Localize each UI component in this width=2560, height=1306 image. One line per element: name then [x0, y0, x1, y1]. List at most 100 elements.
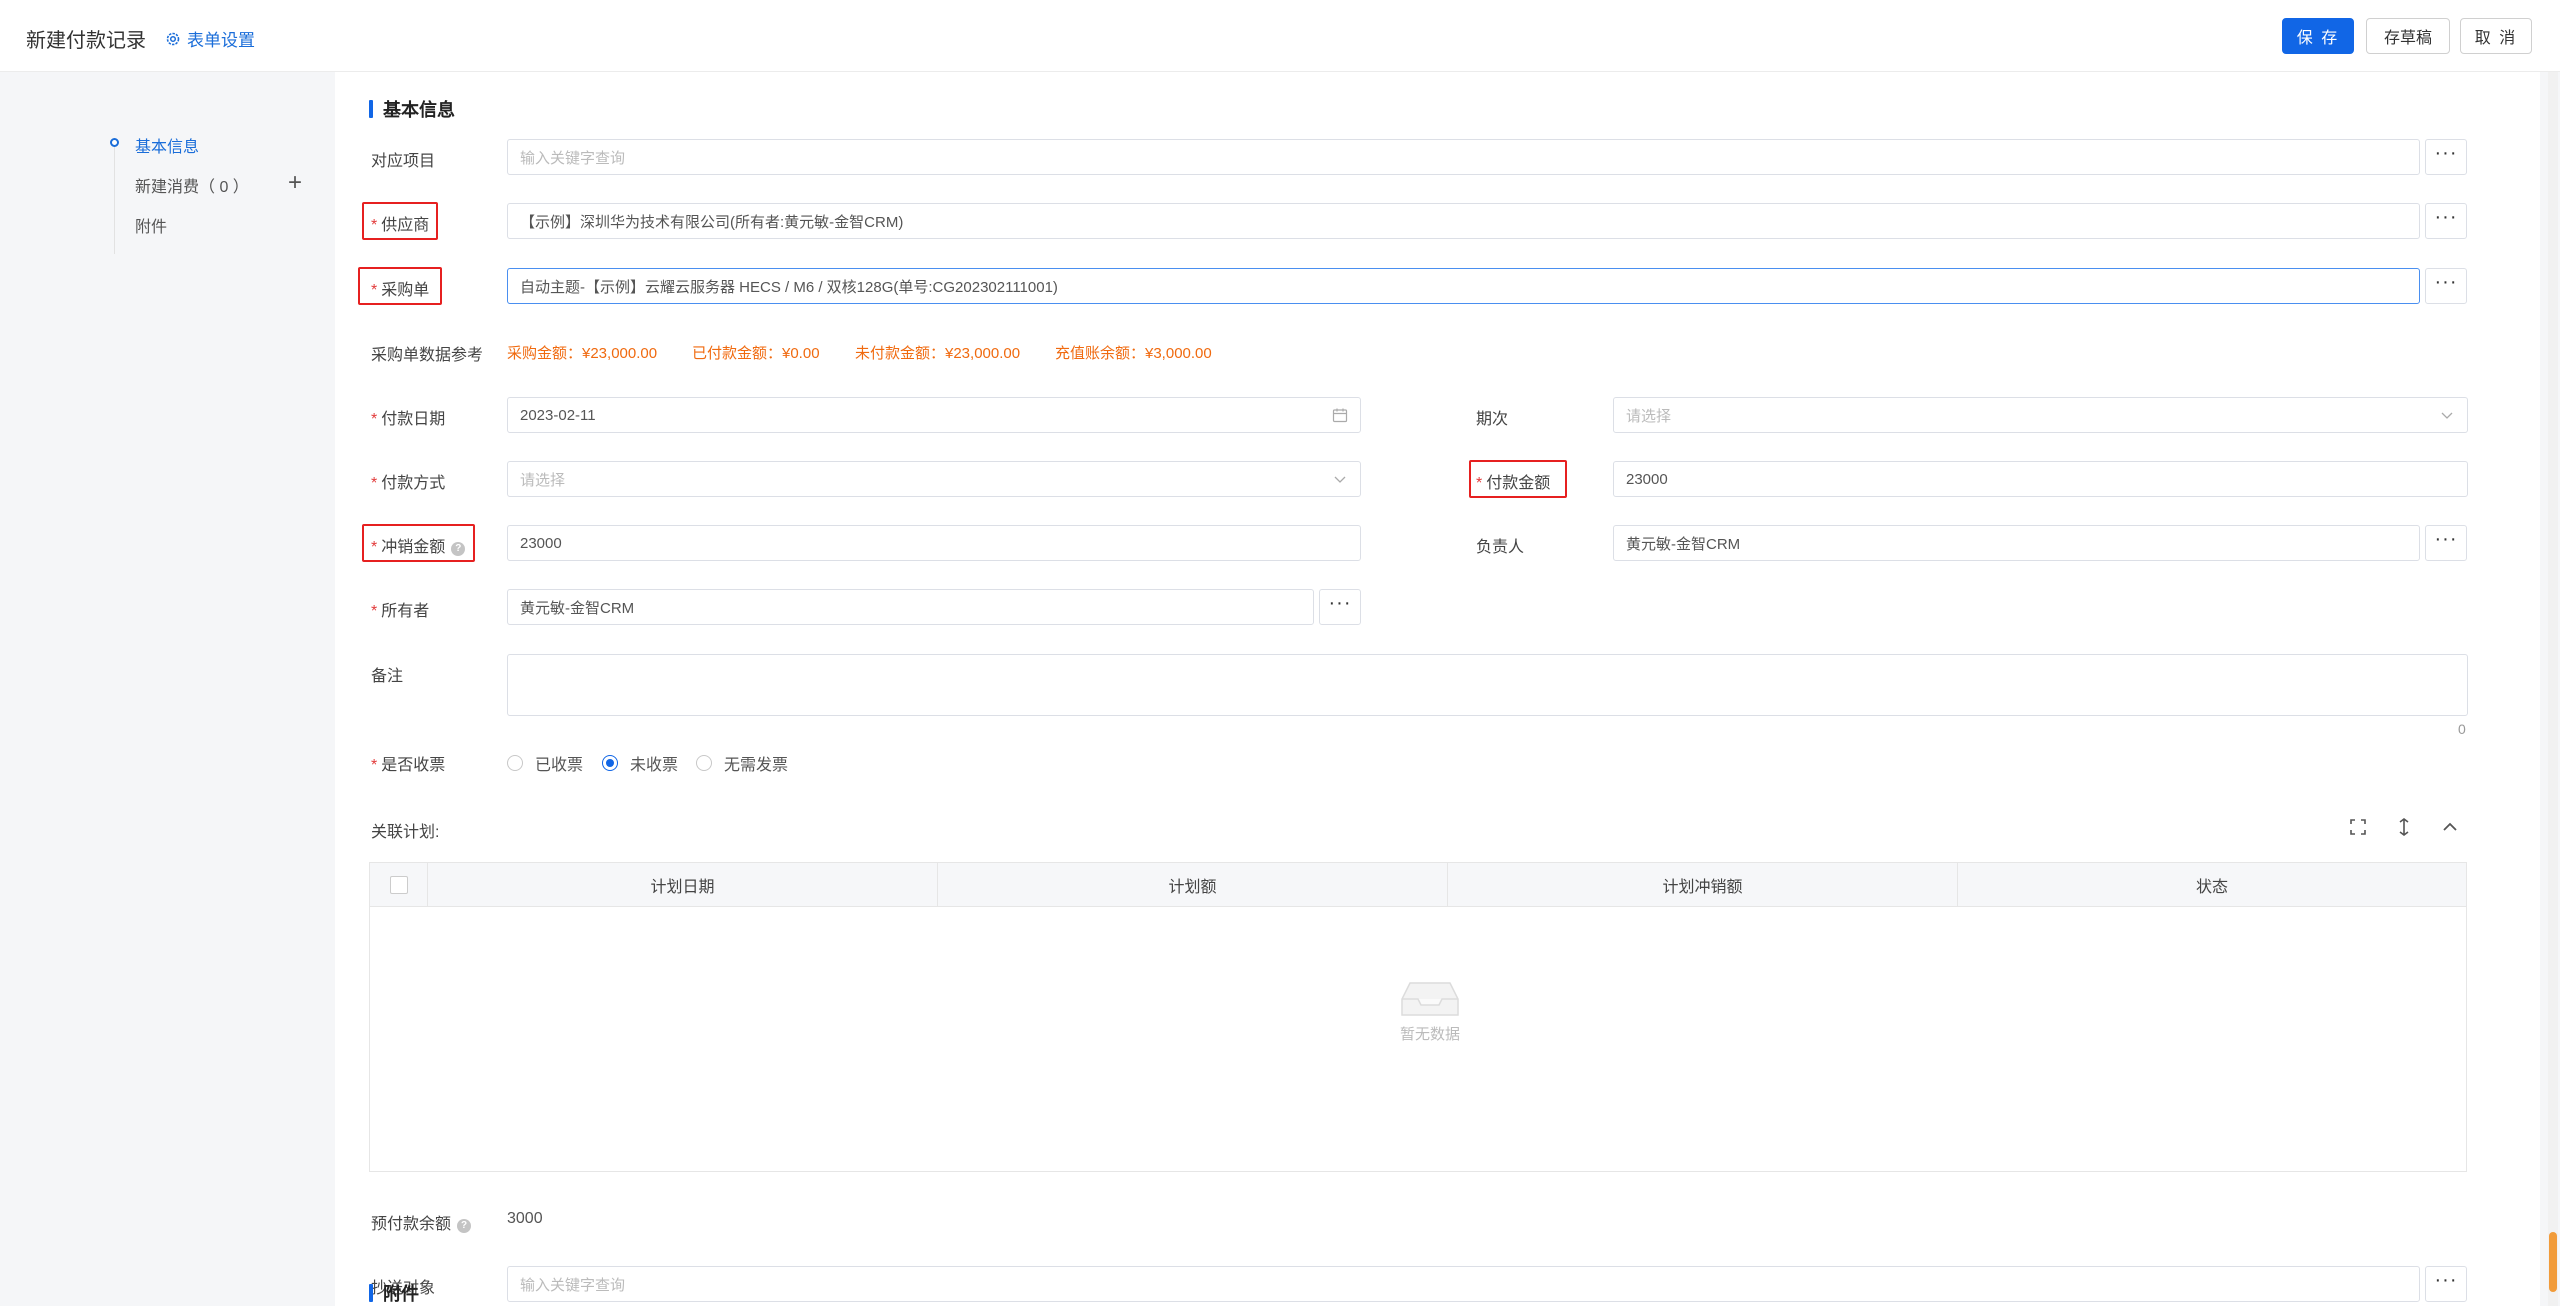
purchase-order-label: * 采购单	[371, 276, 429, 300]
page-header: 新建付款记录 表单设置 保 存 存草稿 取 消	[0, 0, 2560, 72]
section-bar	[369, 1284, 373, 1302]
project-select-button[interactable]: ···	[2425, 139, 2467, 175]
form-settings-link[interactable]: 表单设置	[165, 26, 255, 51]
required-mark: *	[371, 539, 378, 556]
help-icon[interactable]: ?	[451, 542, 466, 556]
invoice-label: * 是否收票	[371, 751, 445, 775]
purchase-order-value: 自动主题-【示例】云耀云服务器 HECS / M6 / 双核128G(单号:CG…	[520, 278, 1058, 296]
remark-textarea[interactable]	[507, 654, 2468, 716]
nav-item-basic-info[interactable]: 基本信息	[135, 133, 199, 157]
row-height-icon[interactable]	[2393, 816, 2415, 838]
section-attachment-label: 附件	[383, 1284, 419, 1304]
owner-value: 黄元敏-金智CRM	[520, 599, 635, 617]
supplier-input[interactable]: 【示例】深圳华为技术有限公司(所有者:黄元敏-金智CRM)	[507, 203, 2420, 239]
offset-amount-value: 23000	[520, 534, 562, 552]
pay-method-label-text: 付款方式	[381, 475, 446, 492]
period-label: 期次	[1476, 411, 1509, 428]
owner-person-label: 负责人	[1476, 539, 1525, 556]
section-attachment-title: 附件	[369, 1280, 419, 1306]
pay-amount-input[interactable]: 23000	[1613, 461, 2468, 497]
cancel-button[interactable]: 取 消	[2460, 18, 2532, 54]
invoice-received-radio[interactable]: 已收票	[507, 751, 583, 775]
owner-input[interactable]: 黄元敏-金智CRM	[507, 589, 1314, 625]
po-total-amount: 采购金额：¥23,000.00	[507, 345, 658, 362]
select-all-checkbox[interactable]	[389, 876, 408, 894]
cc-select-button[interactable]: ···	[2425, 1266, 2467, 1302]
po-reference-label: 采购单数据参考	[371, 347, 484, 364]
supplier-label: * 供应商	[371, 211, 429, 235]
empty-state: 暂无数据	[1380, 973, 1480, 1044]
pay-method-select[interactable]: 请选择	[507, 461, 1361, 497]
nav-active-dot-icon	[110, 138, 119, 147]
purchase-order-input[interactable]: 自动主题-【示例】云耀云服务器 HECS / M6 / 双核128G(单号:CG…	[507, 268, 2420, 304]
project-label: 对应项目	[371, 153, 436, 170]
offset-amount-input[interactable]: 23000	[507, 525, 1361, 561]
required-mark: *	[371, 757, 378, 774]
nav-item-new-expense[interactable]: 新建消费（ 0 ）	[135, 173, 249, 197]
po-paid-amount: 已付款金额：¥0.00	[692, 345, 820, 362]
pay-date-value: 2023-02-11	[520, 406, 596, 424]
column-plan-offset[interactable]: 计划冲销额	[1448, 863, 1958, 907]
select-all-cell	[370, 863, 428, 907]
scrollbar[interactable]	[2548, 72, 2558, 1306]
plan-table: 计划日期 计划额 计划冲销额 状态 暂无数据	[369, 862, 2467, 1172]
fullscreen-icon[interactable]	[2347, 816, 2369, 838]
section-basic-label: 基本信息	[383, 100, 455, 120]
pay-date-input[interactable]: 2023-02-11	[507, 397, 1361, 433]
radio-circle	[507, 755, 523, 771]
pay-method-placeholder: 请选择	[520, 471, 566, 489]
po-recharge-balance: 充值账余额：¥3,000.00	[1055, 345, 1212, 362]
nav-item-attachment[interactable]: 附件	[135, 213, 167, 237]
pay-amount-value: 23000	[1626, 470, 1668, 488]
radio-circle	[602, 755, 618, 771]
owner-person-input[interactable]: 黄元敏-金智CRM	[1613, 525, 2420, 561]
invoice-option-label: 未收票	[630, 757, 679, 774]
required-mark: *	[371, 475, 378, 492]
save-button[interactable]: 保 存	[2282, 18, 2354, 54]
required-mark: *	[1476, 475, 1483, 492]
pay-date-label-text: 付款日期	[381, 411, 446, 428]
required-mark: *	[371, 282, 378, 299]
chevron-down-icon	[1334, 476, 1346, 483]
owner-select-button[interactable]: ···	[1319, 589, 1361, 625]
period-placeholder: 请选择	[1626, 407, 1672, 425]
pay-amount-label: * 付款金额	[1476, 469, 1550, 493]
section-basic-info-title: 基本信息	[369, 96, 455, 122]
supplier-select-button[interactable]: ···	[2425, 203, 2467, 239]
add-expense-plus-icon[interactable]: +	[288, 169, 302, 197]
invoice-not-received-radio[interactable]: 未收票	[602, 751, 678, 775]
cc-input[interactable]: 输入关键字查询	[507, 1266, 2420, 1302]
column-plan-amount[interactable]: 计划额	[938, 863, 1448, 907]
column-status[interactable]: 状态	[1958, 863, 2466, 907]
owner-label: * 所有者	[371, 597, 429, 621]
invoice-not-needed-radio[interactable]: 无需发票	[696, 751, 788, 775]
invoice-label-text: 是否收票	[381, 757, 446, 774]
plan-table-header: 计划日期 计划额 计划冲销额 状态	[370, 863, 2466, 907]
empty-text: 暂无数据	[1399, 1026, 1460, 1043]
required-mark: *	[371, 217, 378, 234]
plan-label: 关联计划:	[371, 824, 440, 841]
invoice-option-label: 无需发票	[724, 757, 789, 774]
prepay-balance-value: 3000	[507, 1210, 543, 1227]
period-select[interactable]: 请选择	[1613, 397, 2468, 433]
save-draft-button[interactable]: 存草稿	[2366, 18, 2450, 54]
nav-line	[114, 144, 115, 254]
pay-date-label: * 付款日期	[371, 405, 445, 429]
column-plan-date[interactable]: 计划日期	[428, 863, 938, 907]
radio-circle	[696, 755, 712, 771]
purchase-order-select-button[interactable]: ···	[2425, 268, 2467, 304]
scrollbar-thumb[interactable]	[2549, 1232, 2557, 1292]
owner-person-select-button[interactable]: ···	[2425, 525, 2467, 561]
project-input[interactable]: 输入关键字查询	[507, 139, 2420, 175]
form-panel: 基本信息 对应项目 输入关键字查询 ··· * 供应商 【示例】深圳华为技术有限公…	[335, 72, 2540, 1306]
calendar-icon	[1332, 408, 1348, 423]
required-mark: *	[371, 603, 378, 620]
invoice-option-label: 已收票	[535, 757, 584, 774]
page-title: 新建付款记录	[26, 30, 146, 52]
required-mark: *	[371, 411, 378, 428]
chevron-up-icon[interactable]	[2439, 816, 2461, 838]
pay-amount-label-text: 付款金额	[1486, 475, 1551, 492]
chevron-down-icon	[2441, 412, 2453, 419]
prepay-balance-label: 预付款余额?	[371, 1210, 472, 1234]
help-icon[interactable]: ?	[457, 1219, 472, 1233]
